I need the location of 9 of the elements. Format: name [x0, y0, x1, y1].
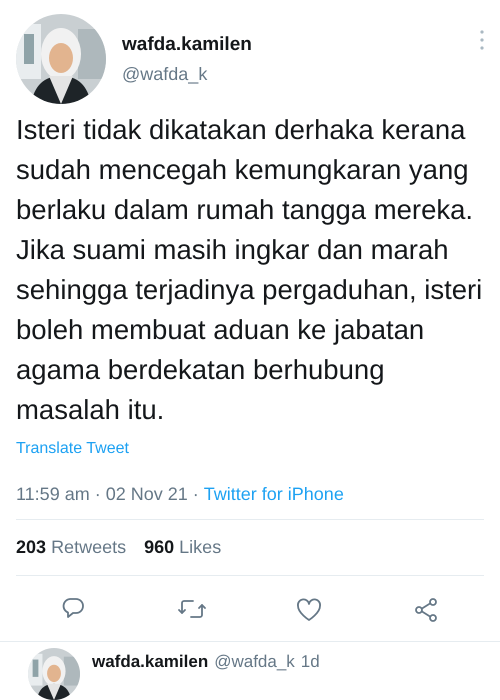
stat-count[interactable]: 960 Likes [144, 536, 222, 558]
reply-time: 1d [300, 652, 320, 672]
user-handle[interactable]: @wafda_k [122, 64, 464, 84]
user-name[interactable]: wafda.kamilen [122, 34, 464, 56]
user-handle[interactable]: @wafda_k [214, 652, 295, 672]
stat-count[interactable]: 203 Retweets [16, 536, 126, 558]
timestamp: 11:59 am · 02 Nov 21 · [16, 484, 200, 505]
user-name[interactable]: wafda.kamilen [92, 652, 208, 672]
tweet-text: Isteri tidak dikatakan derhaka kerana sudah mencegah kemungkaran yang berlaku dalam rumah tangga mereka. Jika suami masih ingkar dan marah sehingga terjadinya pergaduhan, isteri boleh membuat aduan ke jabatan agama berdekatan berhubung masalah itu. [16, 113, 484, 427]
